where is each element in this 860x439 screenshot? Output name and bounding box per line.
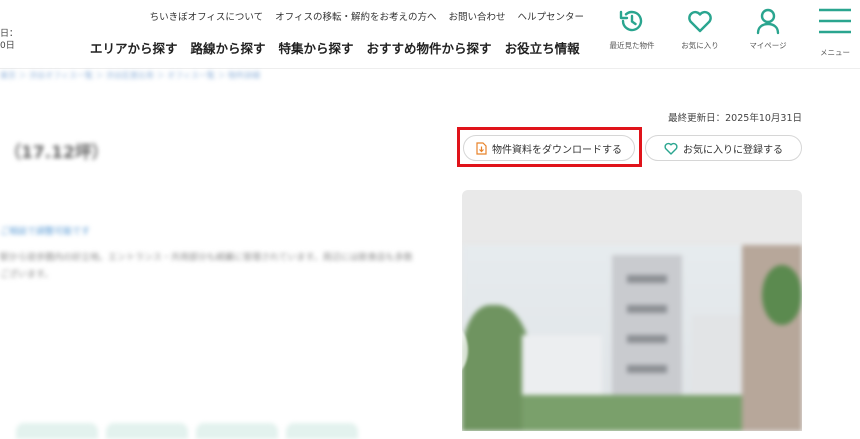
property-size-title: （17.12坪） <box>4 143 109 163</box>
tag-chip[interactable] <box>16 423 98 439</box>
notice-link[interactable]: ご相談で調整可能です <box>0 224 90 237</box>
description-line: ございます。 <box>0 270 54 280</box>
nav-area[interactable]: エリアから探す <box>90 38 178 57</box>
mypage-button[interactable]: マイページ <box>740 6 796 51</box>
menu-label: メニュー <box>820 48 850 57</box>
heart-icon <box>688 10 712 33</box>
property-description: 駅から徒歩圏内の好立地。エントランス・共用部分も綺麗に管理されています。周辺には… <box>0 250 440 284</box>
last-updated: 最終更新日：2025年10月31日 <box>668 113 802 124</box>
favorites-button[interactable]: お気に入り <box>672 6 728 51</box>
tag-chips <box>16 423 358 439</box>
heart-outline-icon <box>664 142 678 155</box>
add-favorite-label: お気に入りに登録する <box>683 144 783 156</box>
nav-line[interactable]: 路線から探す <box>191 38 266 57</box>
highlight-box <box>457 127 642 167</box>
date-stub-line1: 日： <box>0 29 19 39</box>
nav-feature[interactable]: 特集から探す <box>279 38 354 57</box>
nav-recommended[interactable]: おすすめ物件から探す <box>367 38 492 57</box>
property-side-panel: 最終更新日：2025年10月31日 物件資料をダウンロードする お気に入りに登録… <box>440 88 860 431</box>
history-icon <box>619 10 643 32</box>
tag-chip[interactable] <box>196 423 278 439</box>
main-nav: エリアから探す 路線から探す 特集から探す おすすめ物件から探す お役立ち情報 <box>90 38 580 57</box>
breadcrumb[interactable]: 東京 ＞ 渋谷オフィス一覧 ＞ 渋谷区恵比寿 ＞ オフィス一覧 ＞ 物件詳細 <box>0 70 260 81</box>
gallery-prev-button[interactable] <box>444 328 468 372</box>
user-icon <box>756 8 780 35</box>
description-line: 駅から徒歩圏内の好立地。エントランス・共用部分も綺麗に管理されています。周辺には… <box>0 253 413 263</box>
building-photo[interactable] <box>462 245 802 431</box>
favorites-label: お気に入り <box>681 41 719 50</box>
add-favorite-button[interactable]: お気に入りに登録する <box>645 135 802 161</box>
history-button[interactable]: 最近見た物件 <box>604 6 660 51</box>
sub-nav-relocation[interactable]: オフィスの移転・解約をお考えの方へ <box>275 9 436 23</box>
sub-nav: ちいきぼオフィスについて オフィスの移転・解約をお考えの方へ お問い合わせ ヘル… <box>150 9 584 23</box>
sub-nav-about[interactable]: ちいきぼオフィスについて <box>150 9 264 23</box>
photo-gallery[interactable] <box>462 190 802 431</box>
tag-chip[interactable] <box>286 423 358 439</box>
menu-button[interactable]: メニュー <box>808 6 860 58</box>
sub-nav-help[interactable]: ヘルプセンター <box>517 9 584 23</box>
tag-chip[interactable] <box>106 423 188 439</box>
site-header: 日： 0日 ちいきぼオフィスについて オフィスの移転・解約をお考えの方へ お問い… <box>0 0 860 69</box>
nav-useful[interactable]: お役立ち情報 <box>505 38 580 57</box>
property-info-column: 東京 ＞ 渋谷オフィス一覧 ＞ 渋谷区恵比寿 ＞ オフィス一覧 ＞ 物件詳細 （… <box>0 68 440 439</box>
history-label: 最近見た物件 <box>609 41 655 50</box>
date-stub: 日： 0日 <box>0 28 18 52</box>
date-stub-line2: 0日 <box>0 41 15 51</box>
sub-nav-contact[interactable]: お問い合わせ <box>448 9 505 23</box>
mypage-label: マイページ <box>749 41 787 50</box>
gallery-next-button[interactable] <box>808 328 832 372</box>
hamburger-menu-icon <box>819 8 851 34</box>
